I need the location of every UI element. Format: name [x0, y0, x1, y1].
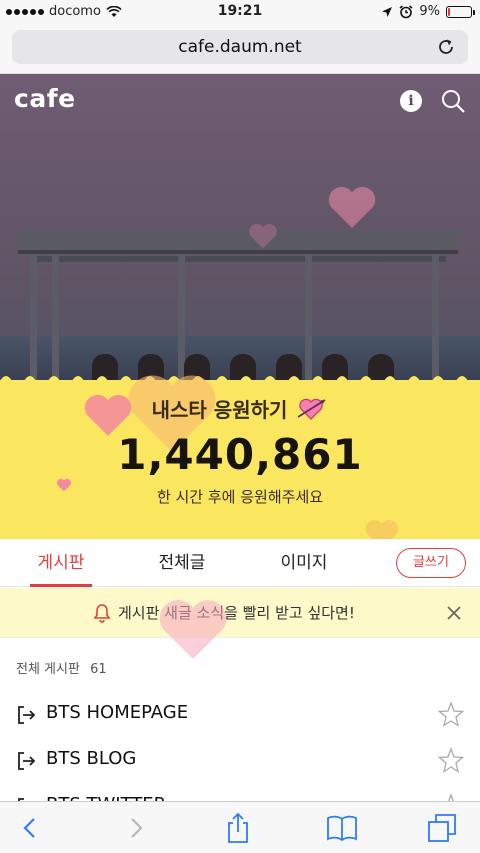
- cheer-title[interactable]: 내스타 응원하기: [0, 394, 480, 423]
- battery-level: [448, 7, 450, 16]
- star-icon[interactable]: [438, 701, 464, 727]
- bell-icon: [93, 604, 111, 623]
- share-icon[interactable]: [222, 812, 254, 844]
- browser-toolbar: [0, 801, 480, 853]
- cheer-subtitle: 한 시간 후에 응원해주세요: [156, 488, 324, 506]
- alarm-icon: [399, 4, 413, 18]
- reload-icon[interactable]: [434, 30, 458, 64]
- cafe-hero-banner: cafe i 내스타 응원하기 1,440,861 한 시간 후에 응원해주세요: [0, 74, 480, 539]
- battery-icon: [446, 5, 475, 18]
- tabs-icon[interactable]: [426, 812, 458, 844]
- cafe-logo[interactable]: cafe: [14, 84, 76, 113]
- bus-shelter-roof: [18, 230, 458, 254]
- heart-decoration-icon: [159, 600, 227, 659]
- heart-decoration-icon: [328, 186, 376, 228]
- board-item-label: BTS HOMEPAGE: [46, 702, 189, 723]
- url-bar[interactable]: cafe.daum.net: [12, 30, 468, 64]
- tab-all-posts[interactable]: 전체글: [148, 539, 216, 587]
- close-icon[interactable]: [444, 603, 464, 623]
- forward-icon[interactable]: [120, 812, 152, 844]
- star-icon[interactable]: [438, 747, 464, 773]
- board-title: 전체 게시판: [16, 662, 80, 677]
- bookmarks-icon[interactable]: [326, 812, 358, 844]
- status-bar: docomo 19:21 9%: [0, 0, 480, 24]
- tab-board[interactable]: 게시판: [30, 539, 92, 587]
- location-icon: [382, 6, 393, 17]
- board-item[interactable]: BTS HOMEPAGE: [0, 692, 480, 738]
- link-icon: [18, 752, 36, 770]
- cheer-count: 1,440,861: [117, 430, 363, 479]
- url-text: cafe.daum.net: [178, 37, 302, 57]
- board-header: 전체 게시판 61: [16, 658, 107, 677]
- link-icon: [18, 706, 36, 724]
- tab-images[interactable]: 이미지: [270, 539, 338, 587]
- cafe-tabs: 게시판 전체글 이미지 글쓰기: [0, 539, 480, 587]
- cheer-title-text: 내스타 응원하기: [151, 398, 288, 422]
- write-button[interactable]: 글쓰기: [396, 548, 466, 578]
- info-icon[interactable]: i: [400, 90, 422, 112]
- board-item[interactable]: BTS BLOG: [0, 738, 480, 784]
- heart-decoration-icon: [249, 223, 277, 249]
- back-icon[interactable]: [14, 812, 46, 844]
- heart-decoration-icon: [365, 520, 399, 539]
- board-item-label: BTS BLOG: [46, 748, 137, 769]
- board-count: 61: [90, 662, 107, 677]
- heart-arrow-icon: [297, 398, 326, 420]
- notification-banner[interactable]: 게시판 새글 소식을 빨리 받고 싶다면!: [0, 588, 480, 638]
- search-icon[interactable]: [440, 88, 466, 114]
- browser-address-area: cafe.daum.net: [0, 24, 480, 74]
- bus-shelter-beam: [30, 256, 446, 262]
- battery-percent: 9%: [419, 4, 440, 19]
